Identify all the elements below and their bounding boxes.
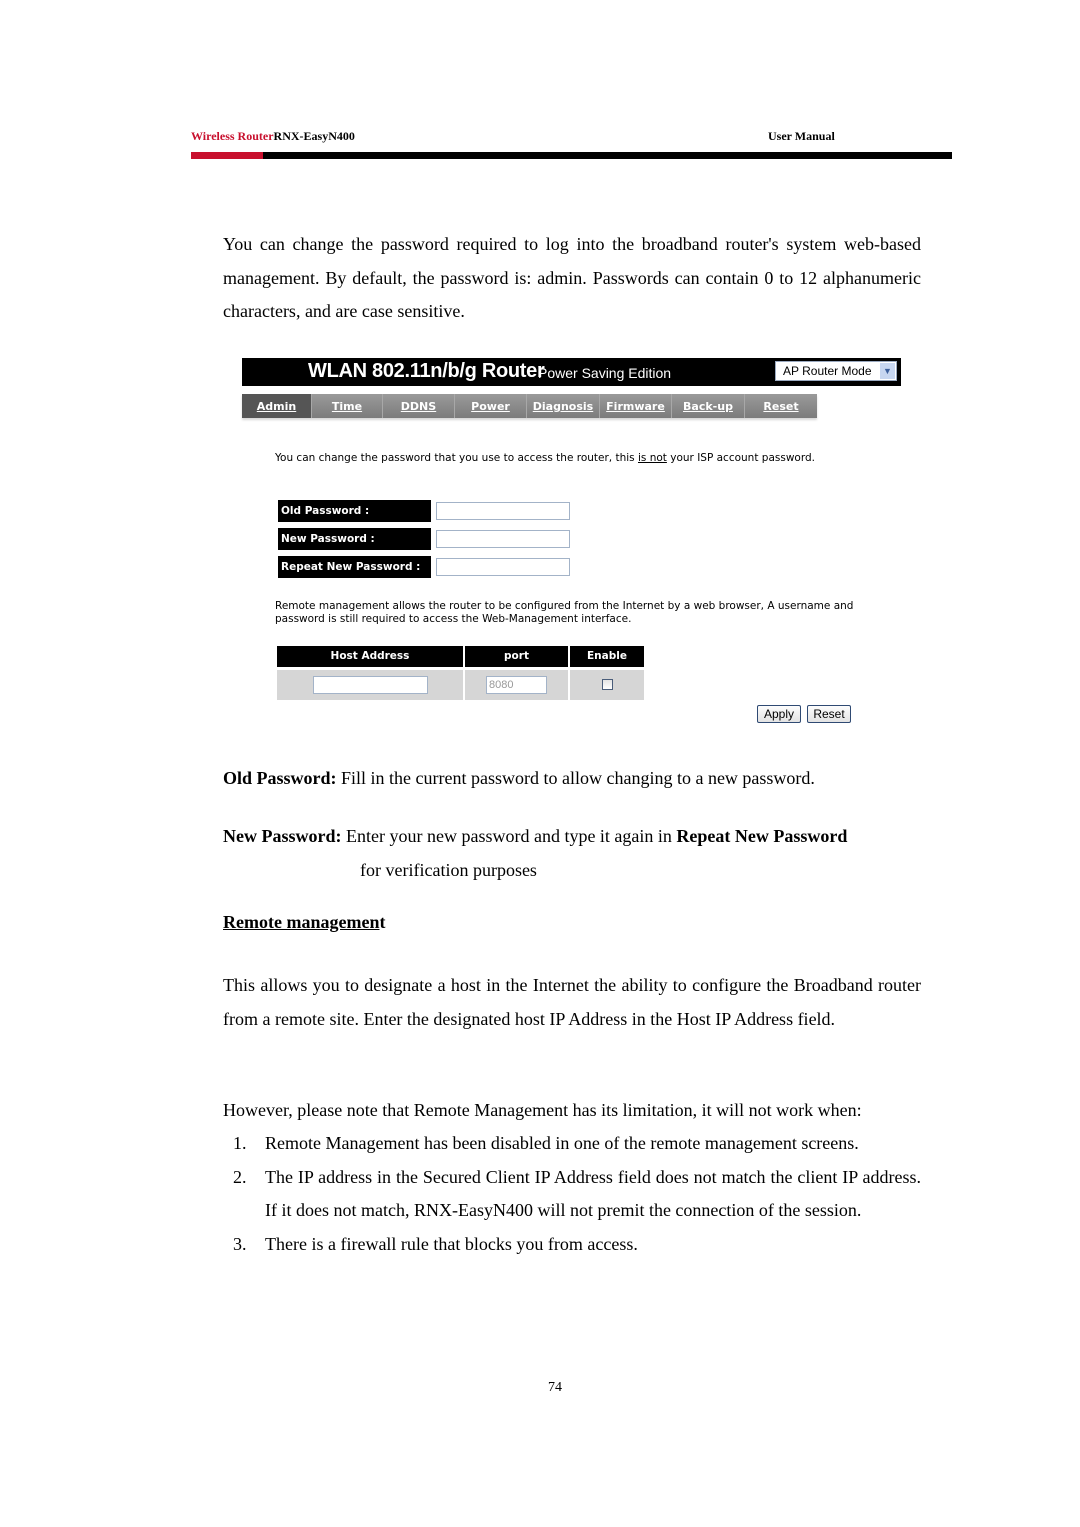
- tab-firmware[interactable]: Firmware: [600, 394, 672, 418]
- list-item: 2. The IP address in the Secured Client I…: [233, 1166, 921, 1221]
- old-password-label: Old Password :: [278, 500, 431, 522]
- old-password-description: Old Password: Fill in the current passwo…: [223, 768, 815, 788]
- header-doc-type: User Manual: [768, 129, 835, 143]
- repeat-password-input[interactable]: [436, 558, 570, 576]
- header-model: RNX-EasyN400: [273, 129, 355, 143]
- admin-nav: Admin Time DDNS Power Diagnosis Firmware…: [242, 394, 817, 418]
- old-password-term: Old Password:: [223, 768, 337, 788]
- new-password-description: New Password: Enter your new password an…: [223, 826, 848, 880]
- port-input[interactable]: 8080: [486, 676, 547, 694]
- mode-select-value: AP Router Mode: [783, 364, 872, 378]
- emphasis-is-not: is not: [637, 452, 667, 464]
- header-rule-accent: [191, 152, 263, 159]
- remote-management-paragraph: This allows you to designate a host in t…: [223, 975, 921, 1029]
- router-ui-screenshot: WLAN 802.11n/b/g Router Power Saving Edi…: [242, 358, 901, 728]
- mode-select[interactable]: AP Router Mode ▼: [775, 361, 897, 381]
- host-address-input[interactable]: [313, 676, 428, 694]
- tab-time[interactable]: Time: [312, 394, 383, 418]
- header-enable: Enable: [570, 646, 644, 667]
- tab-ddns[interactable]: DDNS: [383, 394, 455, 418]
- tab-reset[interactable]: Reset: [745, 394, 817, 418]
- header-host-address: Host Address: [277, 646, 463, 667]
- limitation-list: 1. Remote Management has been disabled in…: [223, 1127, 921, 1261]
- enable-cell: [570, 670, 644, 700]
- header-product: Wireless RouterRNX-EasyN400: [191, 129, 355, 144]
- new-password-term: New Password:: [223, 826, 342, 846]
- host-address-cell: [277, 670, 463, 700]
- old-password-input[interactable]: [436, 502, 570, 520]
- enable-checkbox[interactable]: [602, 679, 613, 690]
- page-number: 74: [548, 1380, 562, 1395]
- header-rule: [191, 152, 952, 159]
- port-cell: 8080: [465, 670, 568, 700]
- chevron-down-icon[interactable]: ▼: [880, 363, 895, 379]
- tab-diagnosis[interactable]: Diagnosis: [527, 394, 600, 418]
- tab-power[interactable]: Power: [455, 394, 527, 418]
- intro-paragraph: You can change the password required to …: [223, 234, 921, 321]
- header-port: port: [465, 646, 568, 667]
- banner-title: WLAN 802.11n/b/g Router: [308, 360, 545, 382]
- list-item: 3. There is a firewall rule that blocks y…: [233, 1233, 638, 1254]
- list-item: 1. Remote Management has been disabled in…: [233, 1133, 859, 1153]
- reset-button[interactable]: Reset: [807, 705, 851, 723]
- router-banner: WLAN 802.11n/b/g Router Power Saving Edi…: [242, 358, 901, 386]
- apply-button[interactable]: Apply: [757, 705, 801, 723]
- tab-backup[interactable]: Back-up: [672, 394, 745, 418]
- limitation-paragraph: However, please note that Remote Managem…: [223, 1100, 862, 1120]
- password-intro: You can change the password that you use…: [275, 452, 815, 464]
- remote-management-heading: Remote management: [223, 912, 386, 932]
- repeat-password-label: Repeat New Password :: [278, 556, 431, 578]
- new-password-input[interactable]: [436, 530, 570, 548]
- remote-management-text: Remote management allows the router to b…: [275, 600, 854, 625]
- tab-admin[interactable]: Admin: [242, 394, 312, 418]
- banner-subtitle: Power Saving Edition: [538, 365, 672, 381]
- header-brand: Wireless Router: [191, 129, 274, 143]
- new-password-label: New Password :: [278, 528, 431, 550]
